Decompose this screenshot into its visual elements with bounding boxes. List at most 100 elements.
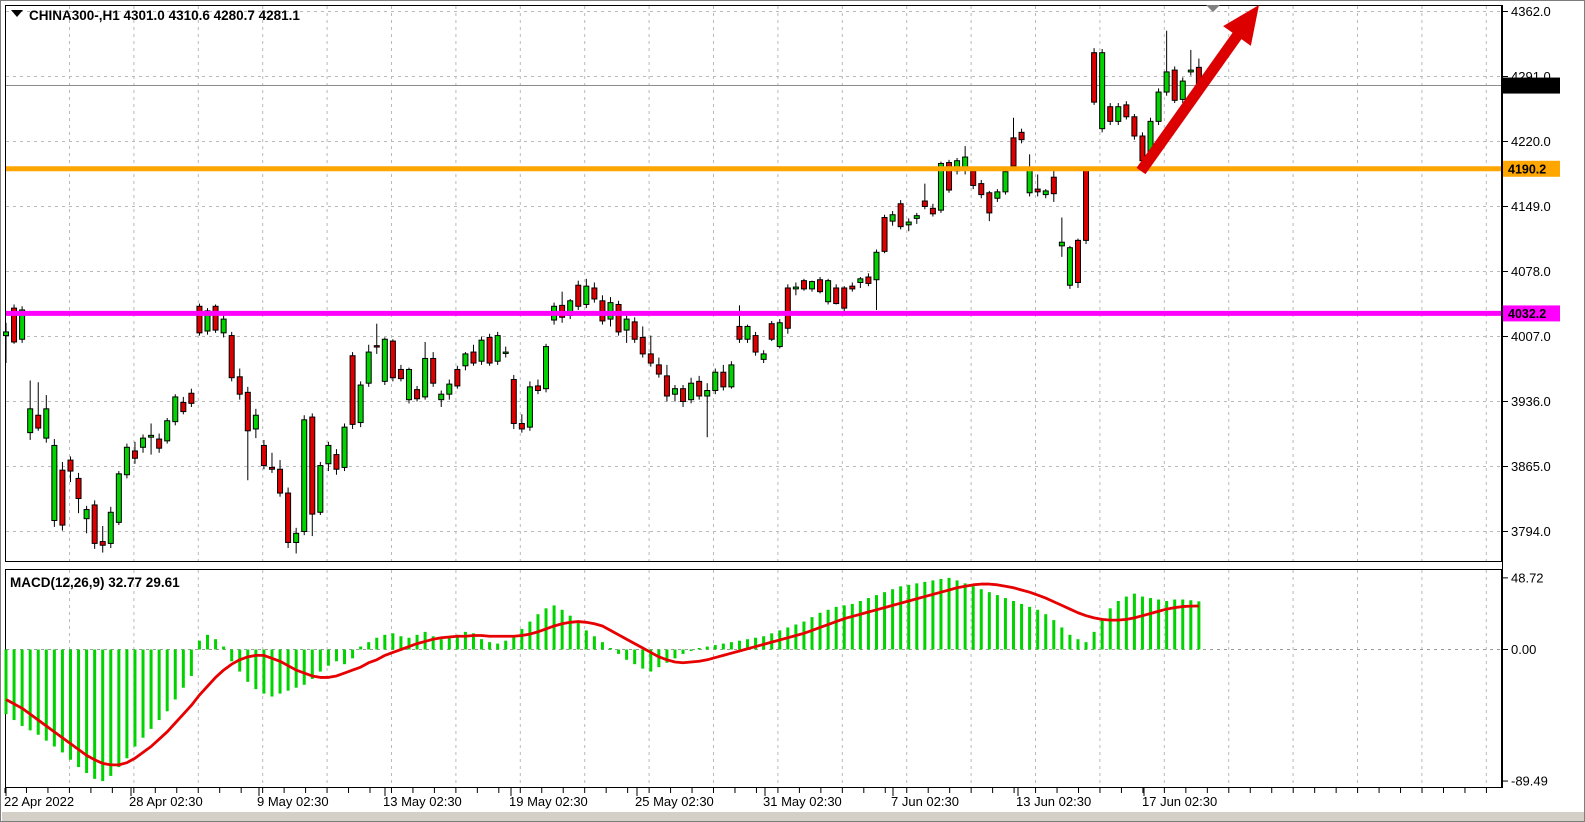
candle-body	[890, 215, 895, 221]
candle-body	[318, 466, 323, 513]
macd-bar	[690, 650, 693, 651]
time-axis-label: 25 May 02:30	[635, 794, 714, 809]
macd-bar	[520, 629, 523, 650]
candle-body	[294, 533, 299, 542]
candle-body	[898, 204, 903, 227]
macd-bar	[29, 650, 32, 731]
macd-bar	[706, 647, 709, 650]
candle-body	[1035, 189, 1040, 192]
candle-body	[36, 415, 41, 428]
price-axis-label: 4220.0	[1511, 134, 1551, 149]
candle-body	[753, 336, 758, 352]
macd-bar	[988, 592, 991, 649]
candle-body	[495, 336, 500, 362]
candle-body	[181, 402, 186, 411]
candle-body	[930, 208, 935, 213]
macd-bar	[714, 645, 717, 649]
candle-body	[100, 542, 105, 546]
macd-bar	[1189, 600, 1192, 649]
candle-body	[576, 285, 581, 306]
candle-body	[705, 391, 710, 396]
macd-axis-label: -89.49	[1511, 774, 1548, 789]
price-badge-support-label: 4032.2	[1508, 307, 1546, 321]
macd-bar	[625, 650, 628, 660]
candle-body	[874, 252, 879, 279]
macd-bar	[1117, 601, 1120, 650]
candle-body	[922, 201, 927, 206]
candle-body	[1132, 117, 1137, 136]
candle-body	[479, 340, 484, 361]
candle-body	[157, 439, 162, 448]
macd-bar	[367, 642, 370, 649]
macd-bar	[907, 585, 910, 650]
candle-body	[52, 445, 57, 520]
candle-body	[1059, 242, 1064, 246]
candle-body	[108, 512, 113, 543]
candle-body	[253, 415, 258, 429]
macd-bar	[931, 580, 934, 649]
macd-bar	[1028, 607, 1031, 650]
candle-body	[914, 216, 919, 219]
macd-bar	[682, 650, 685, 654]
candle-body	[640, 337, 645, 353]
chart-canvas[interactable]: 4362.04291.04220.04149.04078.04007.03936…	[1, 1, 1585, 822]
candle-body	[471, 352, 476, 363]
macd-value-axis[interactable]: 48.720.00-89.49	[1502, 570, 1548, 788]
macd-bar	[496, 644, 499, 650]
candle-body	[342, 427, 347, 467]
macd-bar	[1101, 620, 1104, 649]
candle-body	[1100, 53, 1105, 129]
candle-body	[624, 319, 629, 330]
macd-bar	[891, 589, 894, 649]
candle-body	[423, 358, 428, 396]
candle-body	[463, 354, 468, 366]
macd-indicator-label: MACD(12,26,9) 32.77 29.61	[10, 575, 180, 590]
macd-bar	[142, 650, 145, 738]
price-axis[interactable]: 4362.04291.04220.04149.04078.04007.03936…	[1502, 4, 1560, 788]
macd-bar	[1133, 594, 1136, 650]
macd-bar	[1197, 601, 1200, 649]
candle-body	[245, 392, 250, 430]
time-axis-label: 13 Jun 02:30	[1016, 794, 1091, 809]
macd-bar	[1149, 598, 1152, 649]
candle-body	[76, 478, 81, 498]
candle-body	[237, 377, 242, 394]
macd-bar	[601, 642, 604, 649]
macd-bar	[722, 644, 725, 650]
candle-body	[149, 435, 154, 437]
candle-body	[987, 193, 992, 213]
candle-body	[519, 423, 524, 428]
macd-bar	[811, 617, 814, 649]
candle-body	[382, 339, 387, 381]
candle-body	[656, 365, 661, 374]
candle-body	[116, 474, 121, 523]
candle-body	[447, 384, 452, 394]
time-axis-label: 31 May 02:30	[763, 794, 842, 809]
candle-body	[632, 322, 637, 339]
candle-body	[278, 469, 283, 493]
candle-body	[1019, 132, 1024, 139]
candle-body	[535, 386, 540, 391]
macd-bar	[230, 650, 233, 662]
macd-bar	[1052, 620, 1055, 649]
macd-bar	[190, 650, 193, 676]
candle-body	[1003, 172, 1008, 192]
candle-body	[600, 301, 605, 321]
macd-bar	[319, 650, 322, 672]
macd-bar	[835, 607, 838, 650]
candle-body	[165, 421, 170, 441]
candle-body	[1156, 92, 1161, 121]
macd-bar	[1012, 601, 1015, 650]
time-axis-label: 19 May 02:30	[509, 794, 588, 809]
candle-body	[584, 286, 589, 304]
window-bottom-strip	[2, 812, 1585, 822]
macd-bar	[5, 650, 8, 715]
macd-bar	[867, 598, 870, 649]
macd-bar	[569, 616, 572, 650]
candle-body	[286, 493, 291, 542]
candle-body	[527, 387, 532, 427]
macd-bar	[13, 650, 16, 721]
candle-body	[882, 217, 887, 251]
macd-bar	[488, 642, 491, 649]
time-axis[interactable]: 22 Apr 202228 Apr 02:309 May 02:3013 May…	[4, 788, 1486, 809]
